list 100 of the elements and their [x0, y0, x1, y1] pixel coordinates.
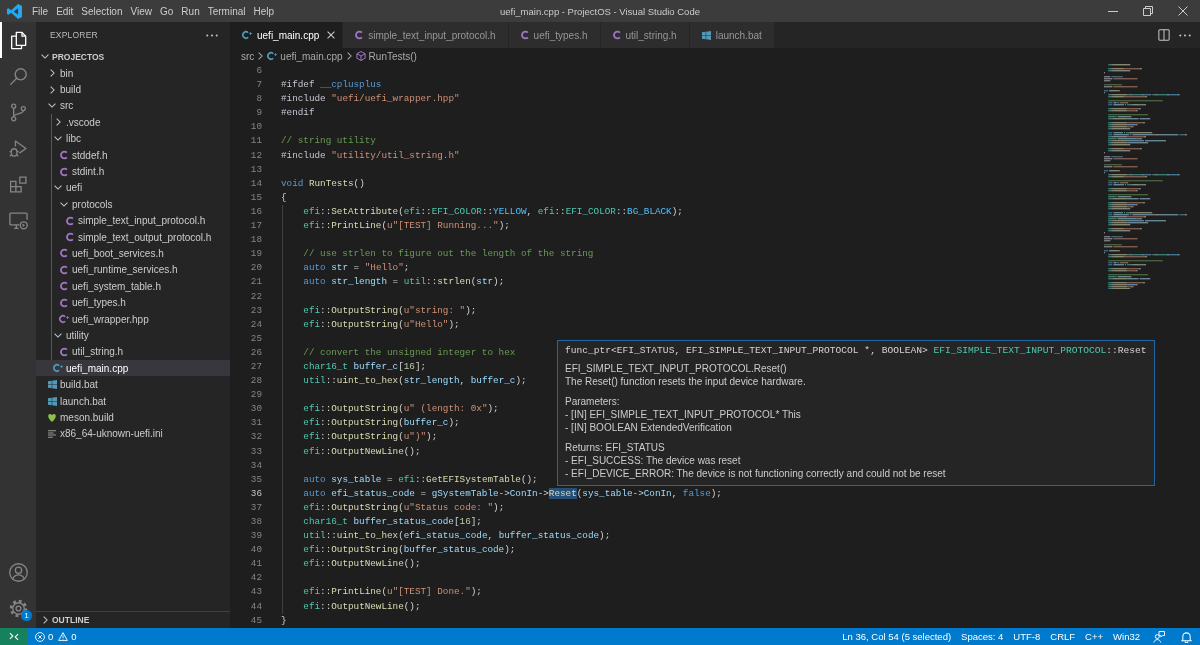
more-icon[interactable] [1179, 33, 1191, 37]
tree-item[interactable]: uefi_wrapper.hpp [36, 310, 230, 328]
remote-button[interactable] [0, 628, 28, 645]
breadcrumb-item[interactable]: uefi_main.cpp [267, 50, 343, 62]
more-icon[interactable] [206, 33, 218, 37]
code-line: // string utility [281, 134, 376, 149]
tree-item[interactable]: meson.build [36, 409, 230, 426]
tree-item[interactable]: build [36, 81, 230, 98]
section-header[interactable]: PROJECTOS [36, 48, 230, 65]
c-file-icon [60, 248, 68, 259]
tree-item[interactable]: simple_text_input_protocol.h [36, 212, 230, 229]
doc-text: - EFI_SUCCESS: The device was reset [565, 454, 741, 467]
line-number: 29 [249, 388, 262, 403]
close-icon [1177, 6, 1188, 16]
line-number: 18 [249, 233, 262, 248]
tree-item[interactable]: bin [36, 65, 230, 82]
tree-item[interactable]: uefi_main.cpp [36, 360, 230, 377]
line-number: 19 [249, 247, 262, 262]
account-icon [7, 561, 29, 583]
status-item[interactable]: CRLF [1045, 628, 1081, 645]
close-icon[interactable] [327, 31, 336, 39]
code-line: auto efi_status_code = gSystemTable->ConIn->Reset(sys_table->ConIn, false); [302, 486, 722, 501]
c-file-icon [60, 150, 68, 161]
c-file-icon [60, 166, 68, 177]
tree-item[interactable]: simple_text_output_protocol.h [36, 228, 230, 246]
line-number: 30 [249, 402, 262, 417]
windows-logo-icon [47, 396, 57, 406]
settings-icon [7, 597, 29, 619]
line-number: 23 [249, 303, 262, 318]
bell-icon[interactable] [1181, 630, 1192, 643]
line-number: 25 [249, 331, 262, 346]
line-number: 36 [249, 486, 262, 501]
status-item[interactable]: Win32 [1108, 628, 1145, 645]
line-number: 35 [249, 472, 262, 487]
tree-item[interactable]: util_string.h [36, 343, 230, 361]
line-number: 40 [249, 543, 262, 558]
tree-item[interactable]: build.bat [36, 376, 230, 393]
menu-item[interactable]: File [29, 1, 52, 21]
tree-item[interactable]: stdint.h [36, 163, 230, 180]
line-number: 31 [249, 416, 262, 431]
code-line: efi::OutputString(buffer_status_code); [302, 543, 516, 558]
tree-item[interactable]: uefi_runtime_services.h [36, 261, 230, 279]
menu-item[interactable]: Edit [53, 1, 77, 21]
menu-item[interactable]: Help [250, 1, 278, 21]
menu-item[interactable]: Run [178, 1, 203, 21]
doc-text: - [IN] BOOLEAN ExtendedVerification [565, 421, 732, 434]
status-item[interactable]: Spaces: 4 [956, 628, 1009, 645]
tree-item[interactable]: protocols [36, 196, 230, 213]
line-number: 12 [249, 148, 262, 163]
code-line: efi::OutputNewLine(); [302, 444, 421, 459]
menu-item[interactable]: Go [157, 1, 177, 21]
code-line: efi::OutputNewLine(); [302, 599, 421, 614]
tree-item[interactable]: .vscode [36, 114, 230, 131]
tree-item[interactable]: uefi [36, 179, 230, 197]
warning-icon [58, 632, 69, 641]
tree-item[interactable]: x86_64-uknown-uefi.ini [36, 425, 230, 442]
split-editor-icon[interactable] [1158, 29, 1170, 41]
menu-item[interactable]: View [127, 1, 155, 21]
tree-item[interactable]: stddef.h [36, 146, 230, 164]
code-line: auto sys_table = efi::GetEFISystemTable(); [302, 472, 538, 487]
line-number: 17 [249, 219, 262, 234]
person-chat-icon[interactable] [1153, 630, 1165, 643]
code-line: util::uint_to_hex(str_length, buffer_c); [302, 374, 527, 389]
warnings-button[interactable]: 0 [58, 628, 82, 645]
line-number: 8 [255, 92, 262, 107]
breadcrumb-item[interactable]: RunTests() [355, 50, 417, 62]
breadcrumb-item[interactable]: src [241, 50, 255, 62]
editor-tab[interactable]: util_string.h [600, 22, 690, 48]
tree-item[interactable]: uefi_boot_services.h [36, 245, 230, 262]
search-icon [7, 65, 29, 87]
c-file-icon [612, 30, 621, 40]
line-number: 32 [249, 430, 262, 445]
menu-item[interactable]: Selection [78, 1, 126, 21]
tree-item[interactable]: src [36, 97, 230, 115]
code-line: #include "utility/util_string.h" [281, 148, 460, 163]
code-line: efi::OutputString(u"string: "); [302, 303, 477, 318]
editor-tab[interactable]: uefi_main.cpp [230, 22, 344, 48]
editor-tab[interactable]: launch.bat [689, 22, 775, 48]
windows-logo-icon [701, 30, 711, 40]
logo-icon [6, 3, 22, 19]
cpp-file-icon [242, 30, 252, 40]
cube-icon [355, 51, 366, 61]
tree-item[interactable]: uefi_types.h [36, 294, 230, 311]
tree-item[interactable]: utility [36, 327, 230, 344]
status-item[interactable]: Ln 36, Col 54 (5 selected) [837, 628, 957, 645]
status-item[interactable]: C++ [1080, 628, 1109, 645]
line-number: 13 [249, 162, 262, 177]
status-item[interactable]: UTF-8 [1008, 628, 1046, 645]
menu-item[interactable]: Terminal [204, 1, 249, 21]
line-number: 39 [249, 529, 262, 544]
sidebar-title: EXPLORER [50, 30, 98, 40]
errors-button[interactable]: 0 [30, 628, 59, 645]
code-line: util::uint_to_hex(efi_status_code, buffer_status_code); [302, 529, 611, 544]
editor-tab[interactable]: simple_text_input_protocol.h [343, 22, 509, 48]
restore-icon [1142, 6, 1153, 16]
tree-item[interactable]: libc [36, 130, 230, 147]
editor-tab[interactable]: uefi_types.h [508, 22, 601, 48]
tree-item[interactable]: uefi_system_table.h [36, 278, 230, 295]
code-line: efi::OutputString(u"Status code: "); [302, 500, 505, 515]
tree-item[interactable]: launch.bat [36, 392, 230, 410]
